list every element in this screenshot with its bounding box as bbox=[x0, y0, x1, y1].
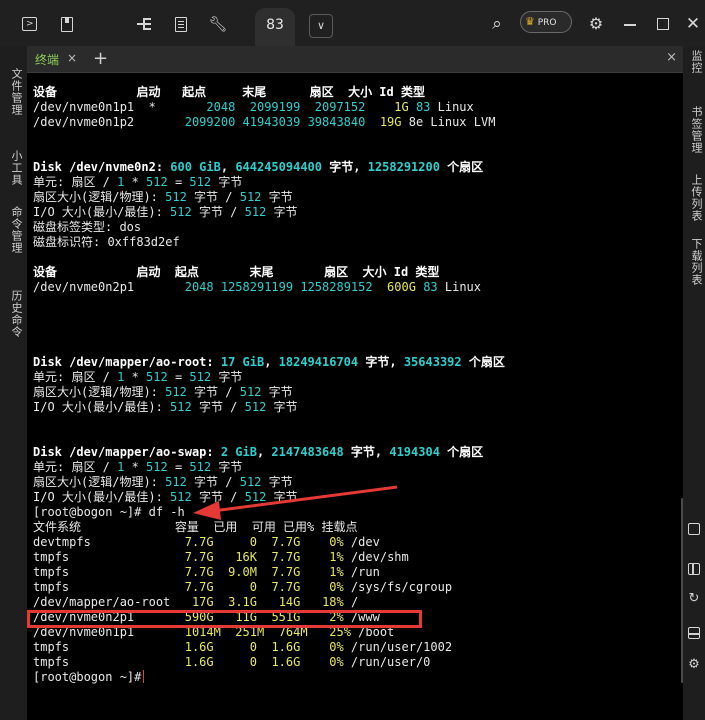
right-sidebar: 监控 书签管理 上传列表 下载列表 ↻ ⚙ bbox=[683, 46, 705, 720]
sidebar-item-file-manager[interactable]: 文件管理 bbox=[8, 68, 24, 116]
sidebar-item-monitor[interactable]: 监控 bbox=[688, 50, 704, 74]
tab-terminal-label: 终端 bbox=[35, 53, 60, 67]
add-tab-button[interactable]: + bbox=[93, 48, 108, 69]
sidebar-item-history[interactable]: 历史命令 bbox=[8, 290, 24, 338]
pro-badge-label: PRO bbox=[537, 18, 557, 28]
panel-layout-icon[interactable] bbox=[687, 562, 701, 576]
refresh-icon[interactable]: ↻ bbox=[687, 592, 701, 606]
tab-close-icon[interactable]: × bbox=[67, 51, 77, 65]
sidebar-item-downloads[interactable]: 下载列表 bbox=[688, 238, 704, 286]
settings-icon[interactable]: ⚙ bbox=[586, 14, 606, 34]
crown-icon: ♛ bbox=[525, 15, 535, 28]
minimize-icon[interactable] bbox=[620, 14, 640, 34]
grid-icon[interactable] bbox=[687, 626, 701, 640]
search-icon[interactable]: ⌕ bbox=[487, 14, 507, 34]
document-icon[interactable] bbox=[171, 14, 191, 34]
close-panel-icon[interactable]: × bbox=[666, 50, 677, 65]
chevron-down-icon[interactable]: ∨ bbox=[309, 14, 333, 38]
split-icon[interactable] bbox=[134, 14, 154, 34]
tab-terminal[interactable]: 终端 × bbox=[27, 46, 83, 72]
top-toolbar: > 🔧︎ 83 ∨ ⌕ ♛ PRO ⚙ ✕ bbox=[0, 0, 705, 46]
terminal-icon[interactable]: > bbox=[20, 14, 40, 34]
scrollbar[interactable] bbox=[681, 498, 683, 683]
sidebar-item-command-manager[interactable]: 命令管理 bbox=[8, 206, 24, 254]
tab-session[interactable]: 83 bbox=[255, 8, 295, 46]
close-icon[interactable]: ✕ bbox=[683, 14, 703, 34]
panel-icon[interactable] bbox=[687, 522, 701, 536]
sidebar-item-tools[interactable]: 小工具 bbox=[8, 150, 24, 186]
tab-strip: 终端 × + × bbox=[27, 46, 683, 73]
sidebar-item-bookmarks[interactable]: 书签管理 bbox=[688, 106, 704, 154]
wrench-icon[interactable]: 🔧︎ bbox=[208, 14, 228, 34]
arrow-annotation bbox=[193, 485, 398, 520]
terminal-output[interactable]: 设备 启动 起点 末尾 扇区 大小 Id 类型/dev/nvme0n1p1 * … bbox=[27, 73, 683, 720]
pro-badge[interactable]: ♛ PRO bbox=[520, 11, 572, 33]
left-sidebar: 文件管理 小工具 命令管理 历史命令 bbox=[0, 46, 27, 720]
settings-small-icon[interactable]: ⚙ bbox=[687, 658, 701, 672]
sidebar-item-uploads[interactable]: 上传列表 bbox=[688, 174, 704, 222]
bookmark-icon[interactable] bbox=[57, 14, 77, 34]
maximize-icon[interactable] bbox=[653, 14, 673, 34]
tab-session-label: 83 bbox=[266, 17, 284, 33]
